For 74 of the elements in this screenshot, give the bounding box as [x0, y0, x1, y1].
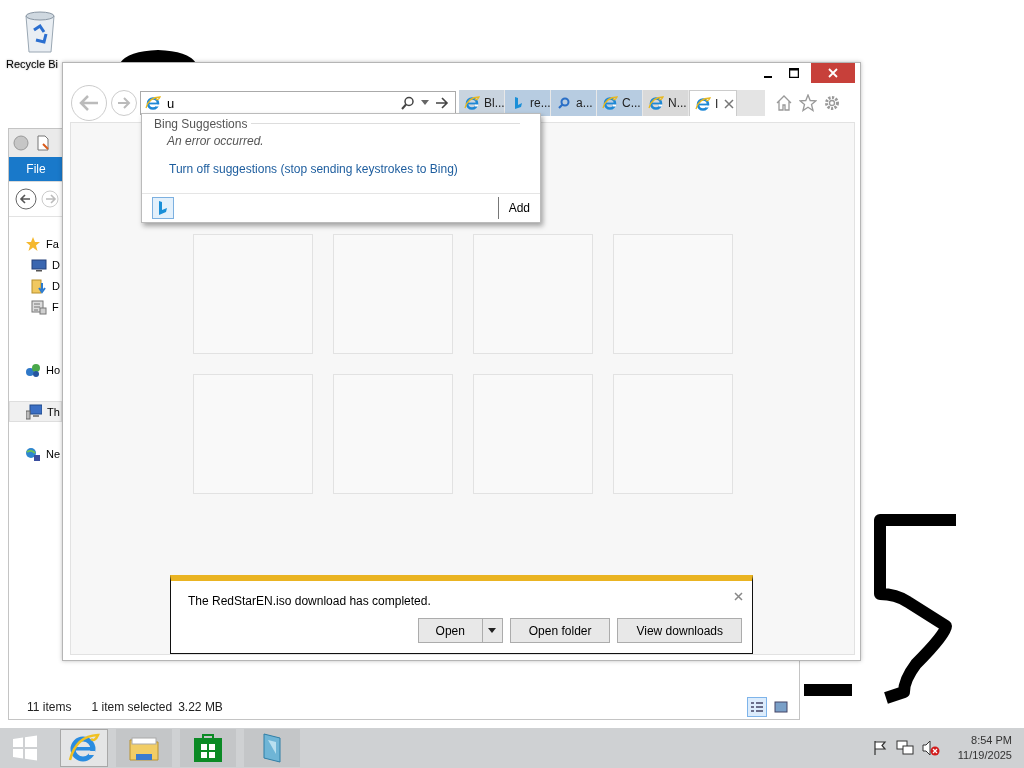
search-icon: [401, 96, 415, 110]
nav-pane-item[interactable]: D: [9, 275, 62, 296]
minimize-icon: [764, 76, 772, 78]
close-icon: [724, 98, 735, 109]
forward-button[interactable]: [111, 90, 137, 116]
error-message: An error occurred.: [165, 134, 265, 148]
homegroup-icon: [25, 361, 41, 378]
section-heading: Bing Suggestions: [154, 116, 248, 131]
nav-pane-item[interactable]: F: [9, 296, 62, 317]
computer-icon: [26, 403, 42, 420]
close-button[interactable]: [811, 63, 855, 83]
windows-logo-icon: [12, 735, 38, 761]
status-text: 11 items: [27, 700, 72, 714]
nav-pane-item[interactable]: Ne: [9, 443, 62, 464]
turn-off-suggestions-link[interactable]: Turn off suggestions (stop sending keystrokes to Bing): [142, 162, 540, 176]
nav-pane-item[interactable]: D: [9, 254, 62, 275]
monitor-icon: [31, 256, 47, 273]
browser-tab[interactable]: re...: [505, 90, 551, 116]
status-text: 3.22 MB: [178, 700, 223, 714]
forward-arrow-icon: [117, 97, 131, 109]
new-tab-button[interactable]: [737, 90, 765, 116]
address-bar[interactable]: u: [140, 91, 456, 115]
browser-tab[interactable]: C...: [597, 90, 643, 116]
list-icon: [750, 701, 764, 713]
home-icon: [775, 94, 793, 112]
back-button[interactable]: [71, 85, 107, 121]
add-button[interactable]: Add: [497, 197, 530, 219]
arrow-right-icon: [435, 97, 449, 109]
image-icon: [774, 701, 788, 713]
folder-taskbar-icon[interactable]: [116, 729, 172, 767]
ribbon-tab[interactable]: File: [9, 157, 63, 181]
bing-icon: [157, 200, 169, 216]
ie-icon: [145, 95, 161, 111]
caret-icon: [421, 100, 429, 106]
ie-icon: [602, 95, 618, 111]
close-icon: [828, 68, 838, 78]
window-taskbar-icon[interactable]: [244, 729, 300, 767]
flag-icon: [871, 740, 888, 756]
download-action-button[interactable]: View downloads: [617, 618, 742, 643]
browser-tab[interactable]: a...: [551, 90, 597, 116]
star-icon: [25, 235, 41, 252]
browser-tab[interactable]: N...: [643, 90, 689, 116]
bing-button[interactable]: [152, 197, 174, 219]
desktop-icon-label[interactable]: Recycle Bi: [6, 58, 58, 70]
settings-icon: [823, 94, 841, 112]
browser-taskbar-icon[interactable]: [60, 729, 108, 767]
ie-icon: [464, 95, 480, 111]
dropdown-button[interactable]: [482, 618, 503, 643]
network-icon: [895, 740, 914, 756]
document-icon: [35, 135, 51, 151]
open-button[interactable]: Open: [417, 618, 483, 643]
ie-icon: [648, 95, 664, 111]
close-icon: [734, 592, 743, 601]
recent-places-icon: [31, 298, 47, 315]
details-view-button[interactable]: [747, 697, 767, 717]
download-action-button[interactable]: Open folder: [509, 618, 611, 643]
nav-pane-item[interactable]: Ho: [9, 359, 62, 380]
store-taskbar-icon[interactable]: [180, 729, 236, 767]
star-icon: [799, 94, 817, 112]
search-icon: [556, 95, 572, 111]
browser-tab[interactable]: Bl...: [459, 90, 505, 116]
folder-icon: [31, 277, 47, 294]
caret-icon: [488, 627, 497, 634]
status-text: 1 item selected: [91, 700, 173, 714]
back-arrow-icon: [78, 94, 100, 112]
clock[interactable]: 8:54 PM 11/19/2025: [957, 733, 1012, 763]
maximize-icon: [789, 68, 799, 78]
volume-muted-icon: [921, 740, 940, 756]
browser-tab[interactable]: I: [689, 90, 737, 116]
nav-pane-item[interactable]: Th: [9, 401, 62, 422]
nav-pane-item[interactable]: Fa: [9, 233, 62, 254]
download-message: The RedStarEN.iso download has completed.: [188, 594, 431, 608]
ie-icon: [695, 95, 711, 112]
network-icon: [25, 445, 41, 462]
